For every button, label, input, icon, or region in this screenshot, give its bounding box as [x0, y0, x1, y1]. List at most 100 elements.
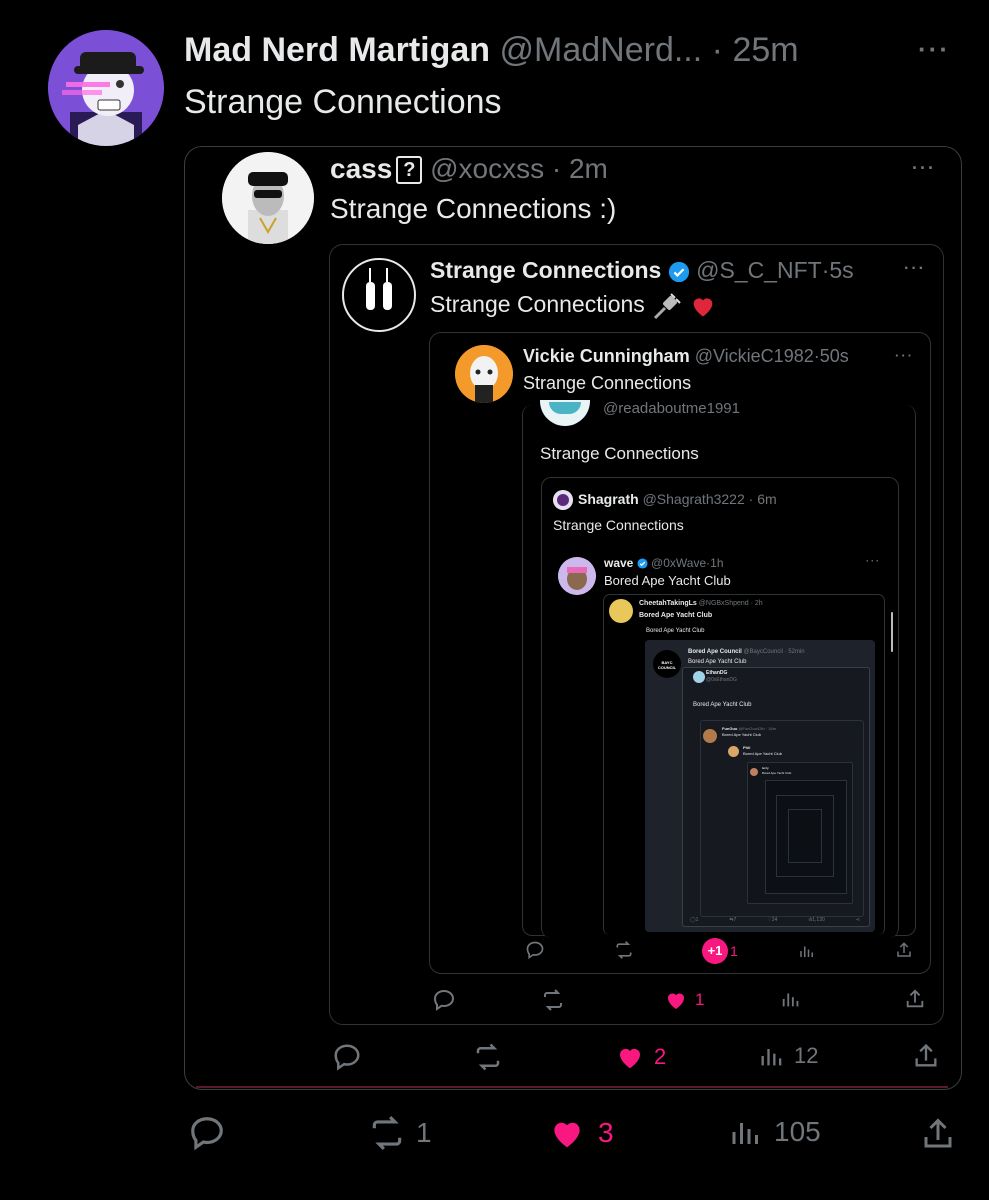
- vickie-share-button[interactable]: [895, 941, 913, 959]
- avatar-strange-connections[interactable]: [342, 258, 416, 332]
- avatar-cheetah[interactable]: [609, 599, 633, 623]
- sc-handle[interactable]: @S_C_NFT: [696, 257, 822, 283]
- sc-more-icon[interactable]: ···: [904, 260, 926, 278]
- scrollbar[interactable]: [891, 612, 893, 652]
- cass-author-name[interactable]: cass: [330, 153, 392, 184]
- main-like-button[interactable]: 3: [546, 1114, 614, 1152]
- main-tweet-text: Strange Connections: [184, 83, 502, 121]
- sc-author-name[interactable]: Strange Connections: [430, 257, 661, 283]
- bayc-reposts-count: 7: [733, 917, 737, 923]
- shagrath-author-name[interactable]: Shagrath: [578, 491, 639, 507]
- avatar-funguo[interactable]: [703, 729, 717, 743]
- cheetah-author-name[interactable]: CheetahTakingLs: [639, 600, 697, 607]
- bayc-like-stat[interactable]: ♡24: [767, 916, 777, 924]
- share-icon: [897, 942, 911, 957]
- share-icon: [924, 1118, 952, 1148]
- views-icon: [782, 993, 799, 1007]
- cass-avatar-image: [222, 152, 314, 244]
- avatar-ethandg[interactable]: [693, 671, 705, 683]
- sc-tweet-text: Strange Connections: [430, 291, 645, 317]
- cass-badge: ?: [396, 156, 423, 184]
- bayc-share-icon[interactable]: ⋖: [856, 916, 860, 924]
- funguo-tweet-text: Bored Ape Yacht Club: [722, 732, 761, 737]
- bayc-repost-stat[interactable]: ⇆7: [729, 916, 736, 924]
- wave-author-name[interactable]: wave: [604, 556, 633, 570]
- bayc-reply-stat[interactable]: ◯1: [690, 916, 698, 924]
- main-views-button[interactable]: 105: [728, 1114, 821, 1150]
- wave-verified-icon: [637, 558, 648, 569]
- vickie-more-icon[interactable]: ···: [895, 348, 914, 363]
- cass-separator: ·: [551, 153, 562, 184]
- cass-views-button[interactable]: 12: [758, 1042, 818, 1070]
- avatar-shagrath[interactable]: [553, 490, 573, 510]
- sc-views-button[interactable]: [780, 988, 802, 1010]
- main-views-count: 105: [774, 1116, 821, 1147]
- shagrath-timestamp[interactable]: 6m: [757, 491, 776, 507]
- wave-handle[interactable]: @0xWave: [651, 556, 706, 570]
- vickie-reply-button[interactable]: [525, 940, 545, 960]
- plus-one-heart-icon: +1: [702, 938, 728, 964]
- sc-share-button[interactable]: [904, 988, 926, 1010]
- main-share-button[interactable]: [920, 1116, 956, 1152]
- cass-timestamp[interactable]: 2m: [569, 153, 608, 184]
- cass-reply-button[interactable]: [332, 1042, 362, 1072]
- cass-tweet-text: Strange Connections :): [330, 193, 617, 224]
- wave-ape-avatar-image: [558, 557, 596, 595]
- main-more-icon[interactable]: ···: [918, 34, 950, 65]
- terry-author-name[interactable]: terry: [762, 766, 769, 770]
- main-author-handle[interactable]: @MadNerd...: [500, 31, 703, 69]
- sc-timestamp[interactable]: 5s: [829, 257, 853, 283]
- bayc-avatar-text: BAYC COUNCIL: [657, 660, 677, 670]
- avatar-main[interactable]: [48, 30, 164, 146]
- cass-repost-button[interactable]: [472, 1042, 504, 1072]
- bayc-author-name[interactable]: Bored Ape Council: [688, 649, 742, 655]
- cass-more-icon[interactable]: ···: [912, 158, 936, 179]
- vickie-views-button[interactable]: [798, 942, 816, 960]
- cheetah-handle[interactable]: @NGBxShpend · 2h: [699, 600, 763, 607]
- avatar-bayc-council[interactable]: BAYC COUNCIL: [653, 650, 681, 678]
- avatar-wave[interactable]: [558, 557, 596, 595]
- ethandg-author-name[interactable]: EthanDG: [706, 670, 727, 676]
- readaboutme-handle[interactable]: @readaboutme1991: [603, 400, 740, 418]
- main-reply-button[interactable]: [188, 1114, 226, 1152]
- cass-like-button[interactable]: 2: [614, 1042, 666, 1072]
- wave-more-icon[interactable]: ···: [866, 556, 881, 566]
- sc-reply-button[interactable]: [432, 988, 456, 1012]
- vickie-timestamp[interactable]: 50s: [820, 346, 849, 366]
- avatar-phil[interactable]: [728, 746, 739, 757]
- ethandg-tweet-text: Bored Ape Yacht Club: [693, 702, 752, 708]
- main-repost-button[interactable]: 1: [366, 1114, 432, 1152]
- main-timestamp[interactable]: 25m: [732, 31, 798, 69]
- bayc-views-count: 1,130: [812, 917, 825, 923]
- wave-timestamp[interactable]: 1h: [710, 556, 723, 570]
- bayc-likes-count: 24: [771, 917, 778, 923]
- vickie-repost-button[interactable]: [613, 940, 635, 960]
- bayc-handle[interactable]: @BaycCouncil · 52min: [743, 649, 804, 655]
- reply-icon: [526, 941, 544, 960]
- sc-repost-button[interactable]: [540, 988, 566, 1012]
- shagrath-handle[interactable]: @Shagrath3222: [643, 491, 745, 507]
- vickie-avatar-image: [455, 345, 513, 403]
- funguo-handle[interactable]: @FunGuo42th · 16m: [738, 726, 776, 731]
- views-icon: [732, 1123, 758, 1144]
- cass-handle[interactable]: @xocxss: [430, 153, 544, 184]
- avatar-cass[interactable]: [222, 152, 314, 244]
- ethandg-handle[interactable]: @0xEthanDG: [706, 677, 737, 683]
- main-author-name[interactable]: Mad Nerd Martigan: [184, 31, 490, 69]
- heart-filled-icon: [668, 993, 684, 1009]
- phil-author-name[interactable]: Phil: [743, 745, 750, 750]
- funguo-author-name[interactable]: FunGuo: [722, 726, 737, 731]
- avatar-terry[interactable]: [750, 768, 758, 776]
- vickie-author-name[interactable]: Vickie Cunningham: [523, 346, 690, 366]
- shagrath-avatar-image: [553, 490, 573, 510]
- avatar-vickie[interactable]: [455, 345, 513, 403]
- vickie-like-button[interactable]: +1 1: [702, 938, 738, 964]
- red-heart-emoji-icon: [693, 298, 712, 317]
- sc-like-button[interactable]: 1: [663, 988, 704, 1012]
- quote-card-bottom-accent: [196, 1086, 948, 1088]
- bayc-views-stat[interactable]: ılı1,130: [808, 916, 824, 924]
- cass-share-button[interactable]: [912, 1042, 940, 1070]
- vickie-handle[interactable]: @VickieC1982: [695, 346, 814, 366]
- terry-tweet-text: Bored Ape Yacht Club: [762, 771, 792, 775]
- wave-tweet-text: Bored Ape Yacht Club: [604, 573, 731, 588]
